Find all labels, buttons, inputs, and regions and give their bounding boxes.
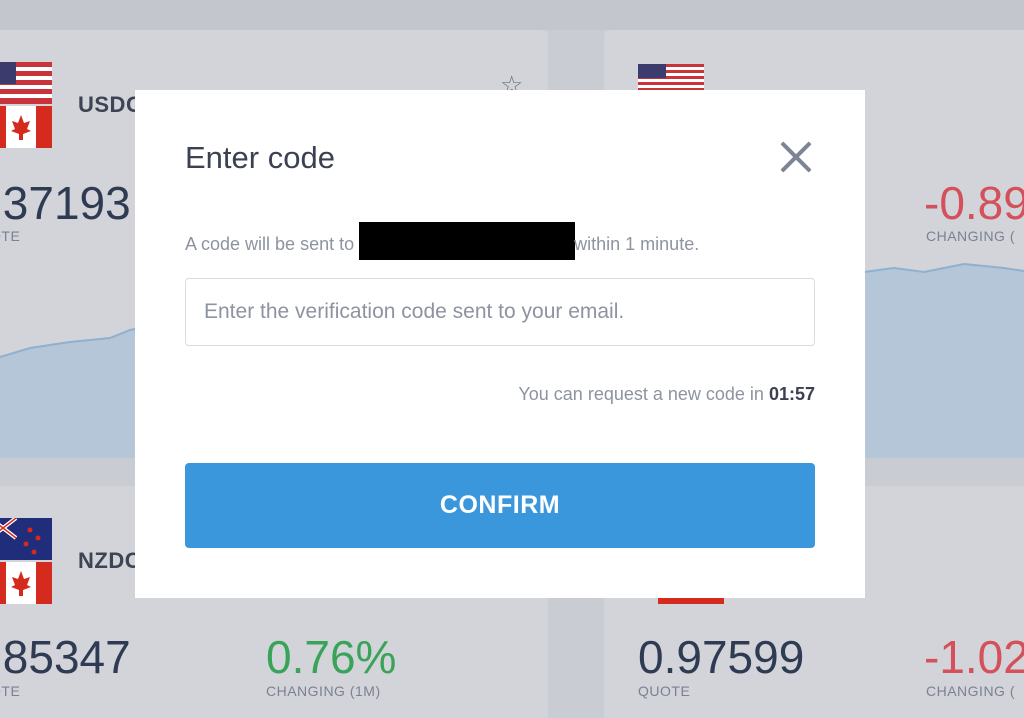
- countdown-timer: 01:57: [768, 384, 815, 404]
- dialog-title: Enter code: [185, 140, 335, 175]
- info-text-after: within 1 minute.: [574, 233, 700, 254]
- confirm-button[interactable]: CONFIRM: [185, 463, 815, 548]
- modal-overlay: Enter code A code will be sent to within…: [0, 0, 1024, 718]
- info-text: A code will be sent to within 1 minute.: [185, 222, 700, 260]
- verification-code-input[interactable]: [185, 278, 815, 346]
- close-icon[interactable]: [773, 134, 819, 180]
- enter-code-dialog: Enter code A code will be sent to within…: [135, 90, 865, 598]
- redacted-email: [359, 222, 576, 260]
- resend-text: You can request a new code in: [518, 384, 764, 404]
- resend-timer-text: You can request a new code in 01:57: [518, 384, 815, 405]
- info-text-before: A code will be sent to: [185, 233, 355, 254]
